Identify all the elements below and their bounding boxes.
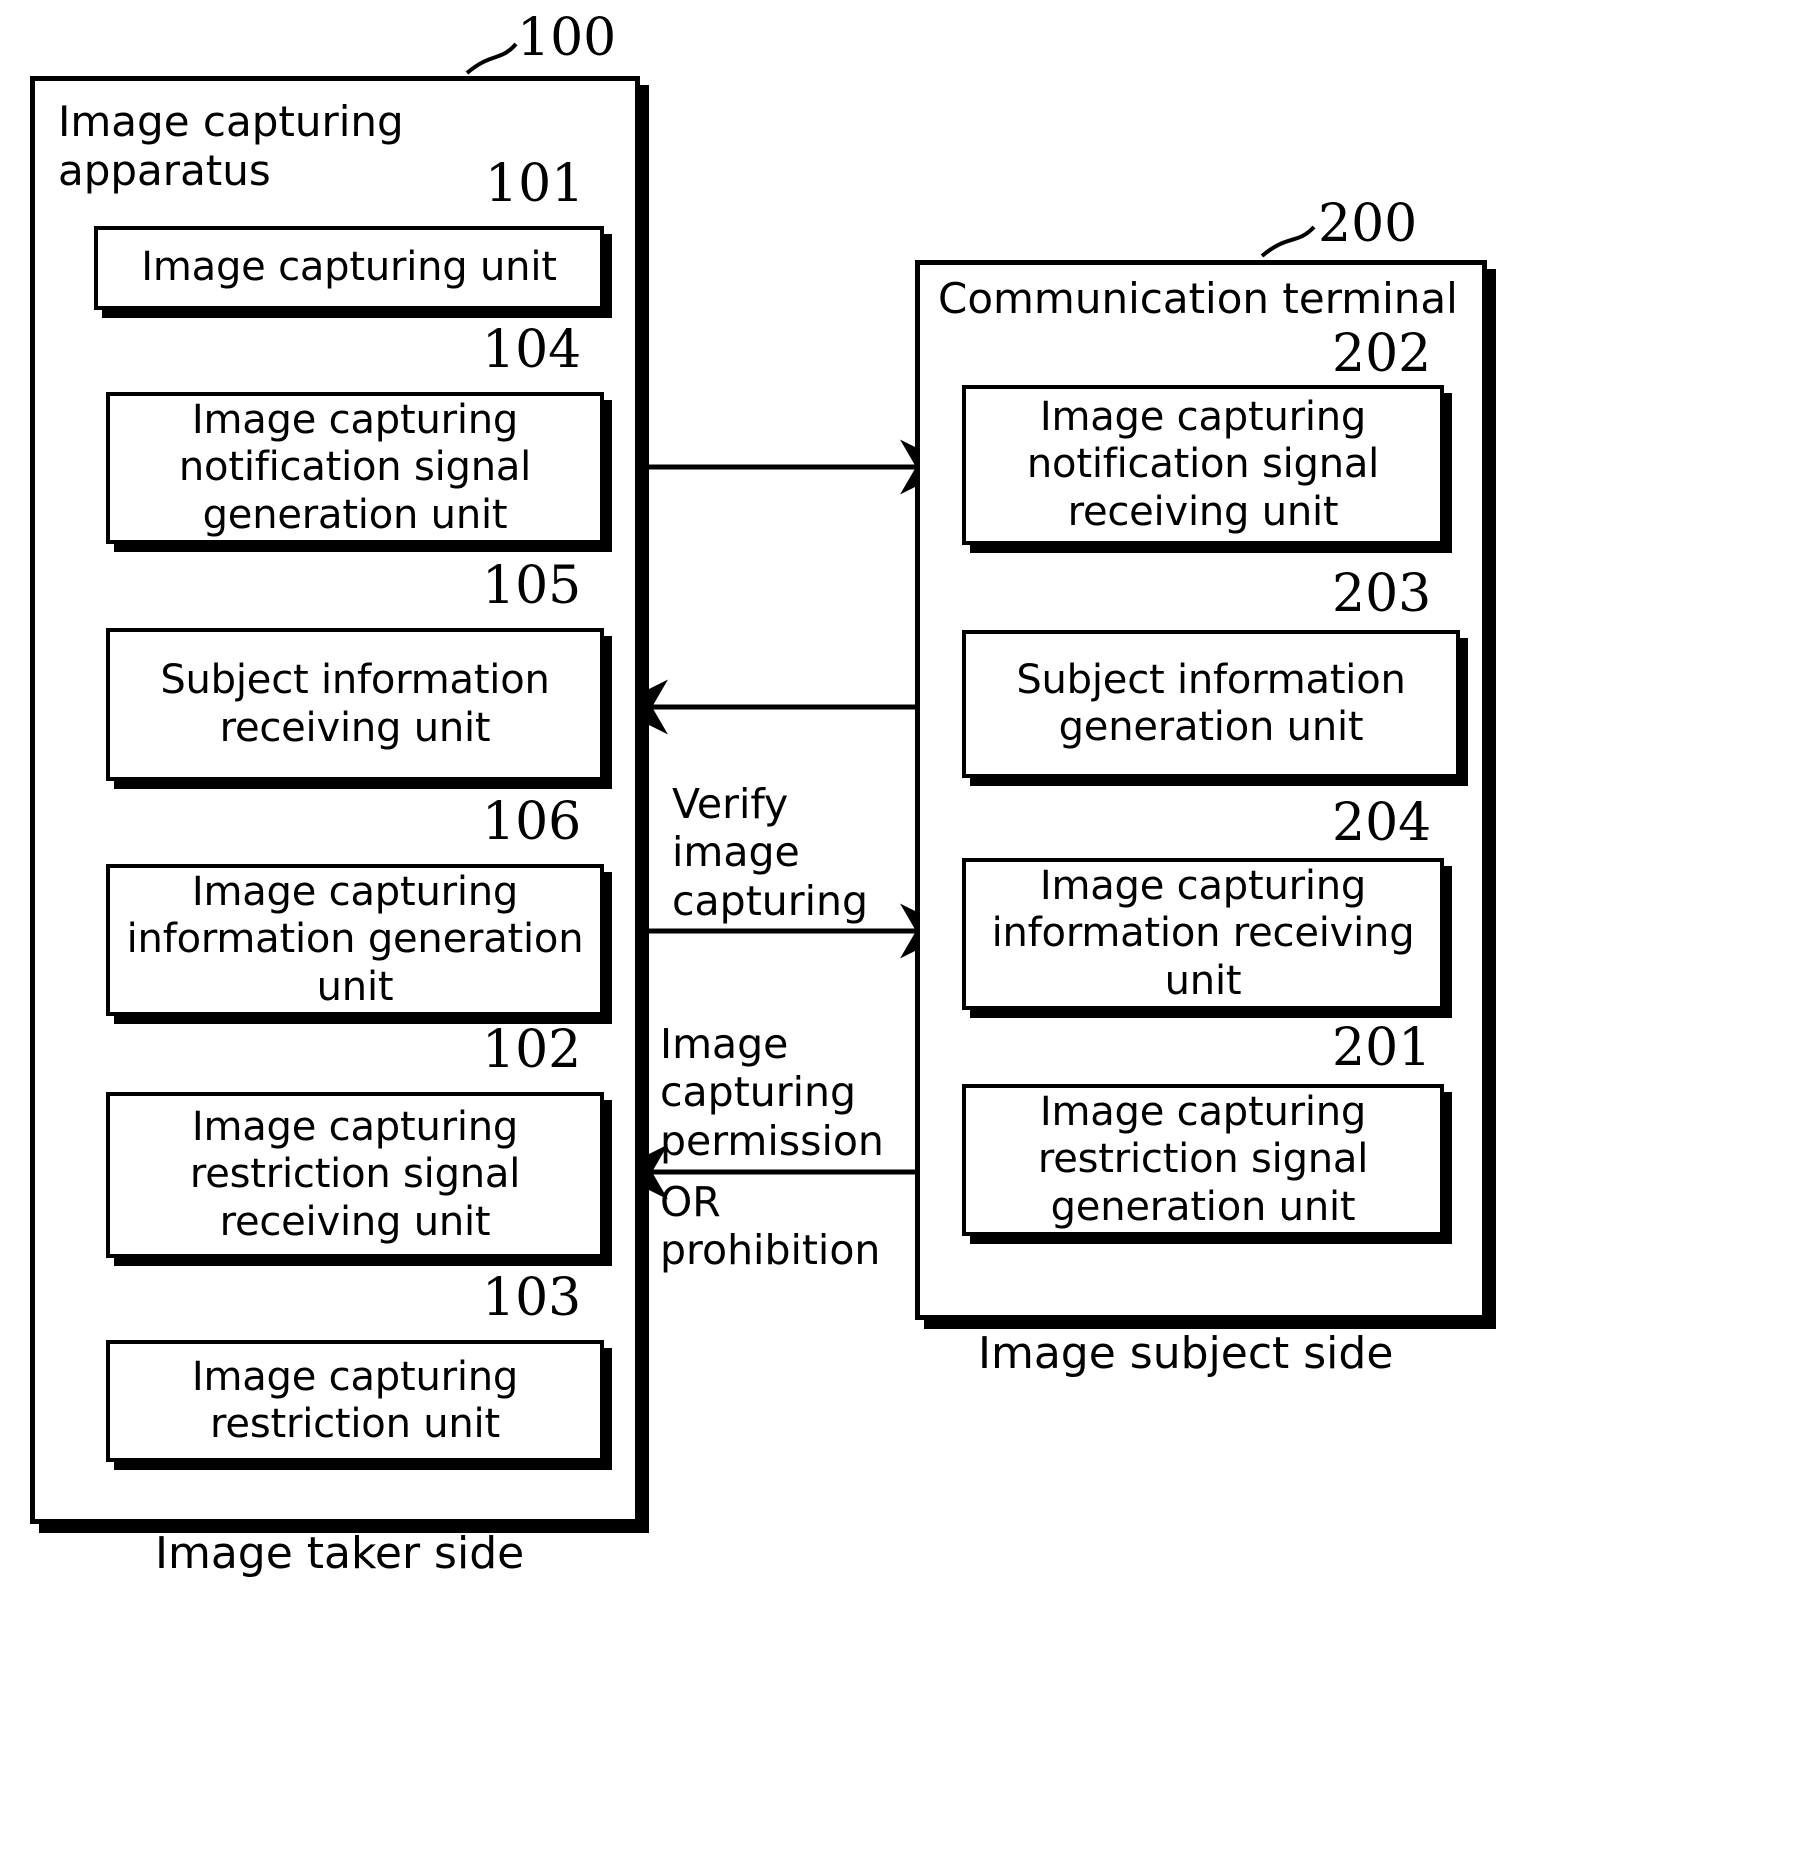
label-verify-image-capturing: Verify image capturing (672, 780, 869, 925)
unit-label-102: Image capturing restriction signal recei… (189, 1104, 521, 1245)
numeral-102: 102 (482, 1020, 582, 1080)
unit-label-201: Image capturing restriction signal gener… (1037, 1089, 1369, 1230)
unit-image-capturing-restriction-signal-receiving-unit[interactable]: Image capturing restriction signal recei… (106, 1092, 604, 1258)
unit-label-101: Image capturing unit (141, 244, 557, 291)
unit-label-202: Image capturing notification signal rece… (1026, 394, 1380, 535)
numeral-200: 200 (1318, 194, 1418, 254)
unit-subject-information-receiving-unit[interactable]: Subject information receiving unit (106, 628, 604, 781)
unit-label-104: Image capturing notification signal gene… (178, 397, 532, 538)
unit-label-203: Subject information generation unit (1016, 656, 1406, 750)
unit-label-204: Image capturing information receiving un… (991, 863, 1415, 1004)
unit-image-capturing-information-receiving-unit[interactable]: Image capturing information receiving un… (962, 858, 1444, 1010)
numeral-104: 104 (482, 320, 582, 380)
numeral-201: 201 (1332, 1018, 1432, 1078)
unit-image-capturing-notification-signal-receiving-unit[interactable]: Image capturing notification signal rece… (962, 385, 1444, 545)
numeral-101: 101 (485, 154, 585, 214)
unit-image-capturing-restriction-signal-generation-unit[interactable]: Image capturing restriction signal gener… (962, 1084, 1444, 1236)
unit-subject-information-generation-unit[interactable]: Subject information generation unit (962, 630, 1460, 778)
unit-image-capturing-notification-signal-generation-unit[interactable]: Image capturing notification signal gene… (106, 392, 604, 544)
panel-title-communication-terminal: Communication terminal (938, 274, 1458, 323)
numeral-203: 203 (1332, 564, 1432, 624)
numeral-100: 100 (517, 8, 617, 68)
label-or-prohibition: OR prohibition (660, 1178, 881, 1275)
unit-label-103: Image capturing restriction unit (191, 1353, 519, 1447)
unit-image-capturing-information-generation-unit[interactable]: Image capturing information generation u… (106, 864, 604, 1016)
numeral-204: 204 (1332, 793, 1432, 853)
unit-image-capturing-unit[interactable]: Image capturing unit (94, 226, 604, 310)
numeral-105: 105 (482, 556, 582, 616)
unit-label-105: Subject information receiving unit (160, 657, 550, 751)
panel-title-image-capturing-apparatus: Image capturing apparatus (58, 97, 404, 195)
figure-canvas: 100 Image capturing apparatus 101 Image … (0, 0, 1803, 1859)
unit-label-106: Image capturing information generation u… (126, 869, 584, 1010)
caption-image-taker-side: Image taker side (155, 1528, 525, 1579)
label-image-capturing-permission: Image capturing permission (660, 1020, 884, 1165)
unit-image-capturing-restriction-unit[interactable]: Image capturing restriction unit (106, 1340, 604, 1462)
numeral-103: 103 (482, 1268, 582, 1328)
numeral-202: 202 (1332, 324, 1432, 384)
caption-image-subject-side: Image subject side (978, 1328, 1394, 1379)
numeral-106: 106 (482, 792, 582, 852)
